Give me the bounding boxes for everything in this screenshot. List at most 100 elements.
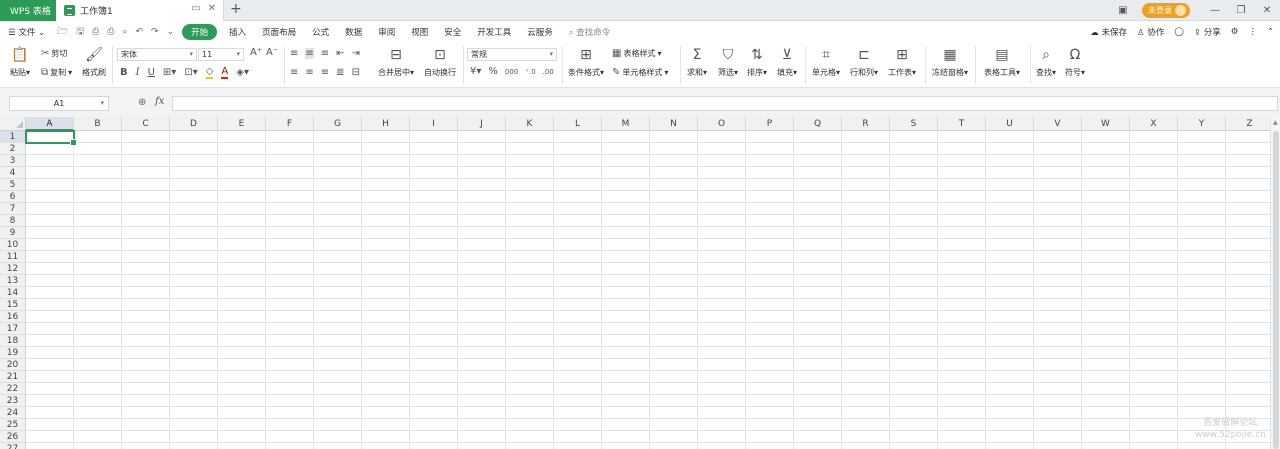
border-icon[interactable]: ⊞▾ [163, 67, 176, 78]
column-header[interactable]: B [74, 117, 122, 131]
row-header[interactable]: 1 [0, 131, 26, 143]
align-left-icon[interactable]: ≡ [290, 67, 298, 78]
zoom-icon[interactable]: ⊕ [138, 97, 146, 108]
column-header[interactable]: K [506, 117, 554, 131]
save-icon[interactable]: 🖫 [72, 24, 88, 40]
save-as-icon[interactable]: ⎙ [88, 27, 103, 37]
open-icon[interactable]: 🗁 [53, 24, 72, 40]
row-header[interactable]: 13 [0, 275, 26, 287]
table-style-button[interactable]: ▦ 表格样式 ▾ [612, 48, 661, 59]
row-header[interactable]: 15 [0, 299, 26, 311]
column-header[interactable]: D [170, 117, 218, 131]
unsaved-status[interactable]: ☁ 未保存 [1090, 26, 1127, 38]
collapse-ribbon-icon[interactable]: ⌃ [1267, 27, 1274, 37]
row-header[interactable]: 19 [0, 347, 26, 359]
tab-developer[interactable]: 开发工具 [469, 26, 519, 38]
increase-decimal-icon[interactable]: ⁺.0 [525, 68, 535, 76]
column-header[interactable]: T [938, 117, 986, 131]
row-header[interactable]: 14 [0, 287, 26, 299]
align-right-icon[interactable]: ≡ [321, 67, 329, 78]
tab-data[interactable]: 数据 [337, 26, 370, 38]
row-header[interactable]: 24 [0, 407, 26, 419]
decrease-decimal-icon[interactable]: .00 [543, 68, 554, 76]
column-header[interactable]: Q [794, 117, 842, 131]
column-header[interactable]: O [698, 117, 746, 131]
decrease-indent-icon[interactable]: ⇤ [336, 48, 344, 59]
percent-icon[interactable]: % [488, 66, 498, 77]
tab-insert[interactable]: 插入 [221, 26, 254, 38]
currency-icon[interactable]: ¥▾ [470, 66, 481, 77]
column-header[interactable]: U [986, 117, 1034, 131]
name-box[interactable]: A1 [9, 96, 109, 111]
row-header[interactable]: 11 [0, 251, 26, 263]
freeze-panes-button[interactable]: ▦ 冻结窗格▾ [932, 46, 968, 78]
new-tab-button[interactable]: + [230, 1, 242, 17]
vertical-scrollbar[interactable]: ▲ [1270, 117, 1280, 449]
share-button[interactable]: ⇪ 分享 [1194, 26, 1221, 38]
row-header[interactable]: 23 [0, 395, 26, 407]
row-header[interactable]: 18 [0, 335, 26, 347]
print-preview-icon[interactable]: ⌕ [118, 27, 131, 37]
cells-button[interactable]: ⌗ 单元格▾ [812, 46, 840, 78]
row-header[interactable]: 8 [0, 215, 26, 227]
tab-home[interactable]: 开始 [182, 24, 218, 40]
column-header[interactable]: F [266, 117, 314, 131]
close-tab-icon[interactable]: ✕ [208, 3, 216, 14]
minimize-icon[interactable]: — [1202, 5, 1228, 16]
tab-page-layout[interactable]: 页面布局 [254, 26, 304, 38]
column-header[interactable]: C [122, 117, 170, 131]
row-header[interactable]: 3 [0, 155, 26, 167]
bold-icon[interactable]: B [120, 67, 128, 78]
tab-cloud-service[interactable]: 云服务 [519, 26, 561, 38]
column-header[interactable]: S [890, 117, 938, 131]
tab-formulas[interactable]: 公式 [304, 26, 337, 38]
find-button[interactable]: ⌕ 查找▾ [1036, 46, 1056, 78]
row-header[interactable]: 27 [0, 443, 26, 449]
print-icon[interactable]: ⎙ [103, 27, 118, 37]
row-header[interactable]: 5 [0, 179, 26, 191]
settings-icon[interactable]: ⚙ [1231, 27, 1239, 37]
row-header[interactable]: 22 [0, 383, 26, 395]
column-header[interactable]: R [842, 117, 890, 131]
row-header[interactable]: 21 [0, 371, 26, 383]
column-header[interactable]: V [1034, 117, 1082, 131]
row-header[interactable]: 4 [0, 167, 26, 179]
column-header[interactable]: M [602, 117, 650, 131]
font-name-select[interactable]: 宋体 [117, 48, 197, 61]
row-header[interactable]: 20 [0, 359, 26, 371]
align-center-icon[interactable]: ≡ [305, 67, 313, 78]
format-painter-button[interactable]: 🖌 格式刷 [82, 46, 106, 78]
column-header[interactable]: N [650, 117, 698, 131]
worksheet-button[interactable]: ⊞ 工作表▾ [888, 46, 916, 78]
column-header[interactable]: J [458, 117, 506, 131]
row-header[interactable]: 10 [0, 239, 26, 251]
cell-style-button[interactable]: ✎ 单元格样式 ▾ [612, 67, 668, 78]
table-tools-button[interactable]: ▤ 表格工具▾ [984, 46, 1020, 78]
row-header[interactable]: 2 [0, 143, 26, 155]
cell-fill-icon[interactable]: ⊡▾ [184, 67, 197, 78]
symbol-button[interactable]: Ω 符号▾ [1065, 46, 1085, 78]
command-search[interactable]: ⌕ 查找命令 [561, 26, 618, 38]
column-header[interactable]: G [314, 117, 362, 131]
restore-icon[interactable]: ❐ [1228, 5, 1254, 16]
underline-icon[interactable]: U [148, 67, 155, 78]
column-header[interactable]: X [1130, 117, 1178, 131]
undo-icon[interactable]: ↶ [131, 27, 147, 37]
font-color-icon[interactable]: A [221, 66, 229, 79]
sort-button[interactable]: ⇅ 排序▾ [747, 46, 767, 78]
increase-indent-icon[interactable]: ⇥ [352, 48, 360, 59]
comment-icon[interactable]: ◯ [1174, 27, 1184, 37]
row-header[interactable]: 26 [0, 431, 26, 443]
thousands-icon[interactable]: 000 [505, 68, 518, 76]
file-menu[interactable]: ☰ 文件 ⌄ [0, 26, 53, 38]
formula-input[interactable] [172, 96, 1278, 111]
scroll-up-icon[interactable]: ▲ [1273, 119, 1278, 126]
column-header[interactable]: I [410, 117, 458, 131]
collaborate-button[interactable]: ♙ 协作 [1137, 26, 1164, 38]
customize-icon[interactable]: ⌄ [163, 27, 179, 37]
shrink-font-icon[interactable]: A⁻ [266, 47, 278, 58]
app-tab[interactable]: WPS 表格 [0, 0, 56, 21]
number-format-select[interactable]: 常规 [467, 48, 557, 61]
login-button[interactable]: 未登录 [1142, 3, 1190, 18]
tab-security[interactable]: 安全 [436, 26, 469, 38]
